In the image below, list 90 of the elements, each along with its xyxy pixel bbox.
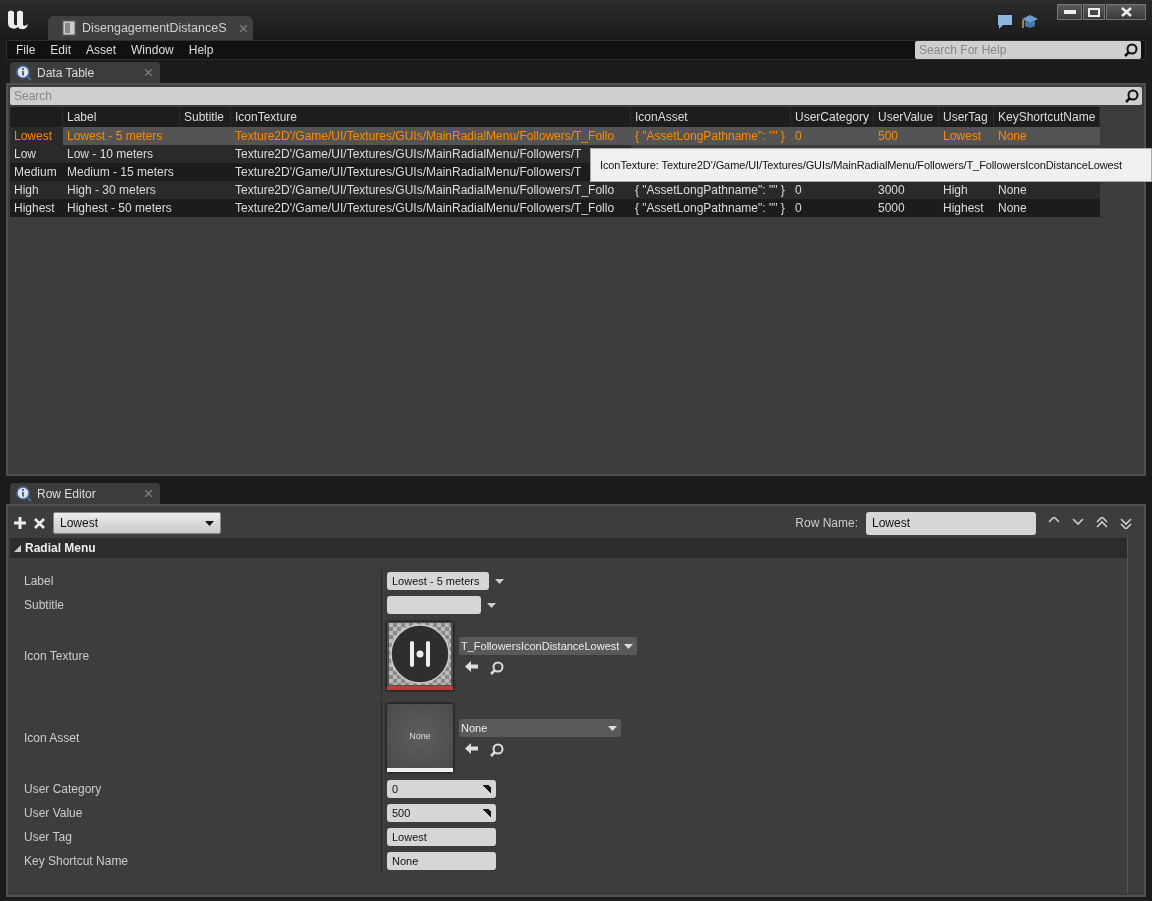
row-name[interactable]: Highest xyxy=(10,199,63,217)
column-header[interactable]: KeyShortcutName xyxy=(994,107,1100,127)
document-tab[interactable]: DisengagementDistanceS xyxy=(48,16,253,40)
property-label: Label xyxy=(24,574,54,588)
search-icon[interactable] xyxy=(490,661,504,675)
engine-logo-icon xyxy=(6,8,30,30)
table-cell: Low - 10 meters xyxy=(63,145,180,163)
search-icon[interactable] xyxy=(1125,89,1139,103)
close-button[interactable] xyxy=(1106,4,1146,20)
table-cell: 0 xyxy=(791,127,874,145)
double-chevron-up-icon[interactable] xyxy=(1096,517,1108,529)
table-cell: None xyxy=(994,127,1100,145)
panel-tab[interactable]: Data Table xyxy=(10,62,160,83)
table-cell: Texture2D'/Game/UI/Textures/GUIs/MainRadialMenu/Followers/T_Follo xyxy=(231,127,631,145)
column-header[interactable]: UserValue xyxy=(874,107,939,127)
column-header[interactable]: IconAsset xyxy=(631,107,791,127)
property-label: User Tag xyxy=(24,830,72,844)
row-name-label: Row Name: xyxy=(795,516,858,530)
row-name[interactable]: Lowest xyxy=(10,127,63,145)
resize-handle-icon[interactable] xyxy=(483,785,491,793)
table-cell: Lowest xyxy=(939,127,994,145)
table-cell: None xyxy=(994,199,1100,217)
number-field[interactable]: 500 xyxy=(387,804,496,822)
minimize-button[interactable] xyxy=(1057,4,1082,20)
close-icon[interactable] xyxy=(240,24,247,32)
caret-icon xyxy=(608,725,617,731)
table-cell: 0 xyxy=(791,199,874,217)
arrow-left-icon[interactable] xyxy=(465,661,478,672)
info-icon xyxy=(16,64,32,81)
caret-icon xyxy=(495,578,504,584)
asset-dropdown[interactable]: None xyxy=(459,719,621,737)
property-label: User Value xyxy=(24,806,83,820)
table-cell: High - 30 meters xyxy=(63,181,180,199)
plus-icon[interactable] xyxy=(14,517,26,529)
table-cell: Texture2D'/Game/UI/Textures/GUIs/MainRadialMenu/Followers/T_Follo xyxy=(231,181,631,199)
table-cell: Medium - 15 meters xyxy=(63,163,180,181)
text-field[interactable]: None xyxy=(387,852,496,870)
category-header[interactable]: Radial Menu xyxy=(10,538,1127,558)
property-label: Key Shortcut Name xyxy=(24,854,129,868)
close-icon[interactable] xyxy=(145,69,152,76)
panel-tab[interactable]: Row Editor xyxy=(10,483,160,504)
close-icon[interactable] xyxy=(145,490,152,497)
double-chevron-down-icon[interactable] xyxy=(1120,517,1132,529)
text-field[interactable]: Lowest xyxy=(387,828,496,846)
table-cell: { "AssetLongPathname": "" } xyxy=(631,199,791,217)
value-field[interactable]: Lowest - 5 meters xyxy=(387,572,489,590)
row-name[interactable]: Low xyxy=(10,145,63,163)
asset-icon xyxy=(62,20,76,36)
chat-bubble-icon[interactable] xyxy=(997,14,1013,30)
property-label: Icon Texture xyxy=(24,649,90,663)
column-header[interactable]: UserTag xyxy=(939,107,994,127)
value-field[interactable] xyxy=(387,596,481,614)
table-cell: Texture2D'/Game/UI/Textures/GUIs/MainRadialMenu/Followers/T_Follo xyxy=(231,199,631,217)
search-icon[interactable] xyxy=(490,743,504,757)
property-label: User Category xyxy=(24,782,102,796)
expand-arrow-icon[interactable] xyxy=(14,544,21,552)
number-field[interactable]: 0 xyxy=(387,780,496,798)
column-header[interactable]: UserCategory xyxy=(791,107,874,127)
row-name[interactable]: Medium xyxy=(10,163,63,181)
maximize-button[interactable] xyxy=(1083,4,1105,20)
tooltip: IconTexture: Texture2D'/Game/UI/Textures/GUIs/MainRadialMenu/Followers/T_FollowersIconDistanceLowest xyxy=(590,148,1152,182)
table-cell: Highest xyxy=(939,199,994,217)
column-header[interactable]: Label xyxy=(63,107,180,127)
table-cell: 5000 xyxy=(874,199,939,217)
maximize-icon xyxy=(1088,7,1100,17)
caret-icon xyxy=(487,602,496,608)
column-header[interactable]: IconTexture xyxy=(231,107,631,127)
info-icon xyxy=(16,485,32,502)
asset-dropdown[interactable]: T_FollowersIconDistanceLowest xyxy=(459,637,637,655)
property-label: Subtitle xyxy=(24,598,65,612)
delete-icon[interactable] xyxy=(34,517,45,529)
row-name-field[interactable]: Lowest xyxy=(866,511,1036,535)
asset-thumbnail: None xyxy=(387,704,453,772)
corner-header xyxy=(10,107,63,127)
arrow-left-icon[interactable] xyxy=(465,743,478,754)
table-cell: { "AssetLongPathname": "" } xyxy=(631,127,791,145)
property-label: Icon Asset xyxy=(24,731,80,745)
table-cell: 500 xyxy=(874,127,939,145)
minimize-icon xyxy=(1063,10,1076,14)
resize-handle-icon[interactable] xyxy=(483,809,491,817)
table-cell: Highest - 50 meters xyxy=(63,199,180,217)
graduation-cap-icon[interactable] xyxy=(1021,14,1039,30)
search-field[interactable]: Search xyxy=(10,87,1142,105)
table-cell: Lowest - 5 meters xyxy=(63,127,180,145)
row-dropdown[interactable]: Lowest xyxy=(53,512,221,534)
caret-icon xyxy=(624,643,633,649)
row-name[interactable]: High xyxy=(10,181,63,199)
column-header[interactable]: Subtitle xyxy=(180,107,231,127)
close-icon xyxy=(1120,7,1132,17)
caret-icon xyxy=(205,520,214,526)
